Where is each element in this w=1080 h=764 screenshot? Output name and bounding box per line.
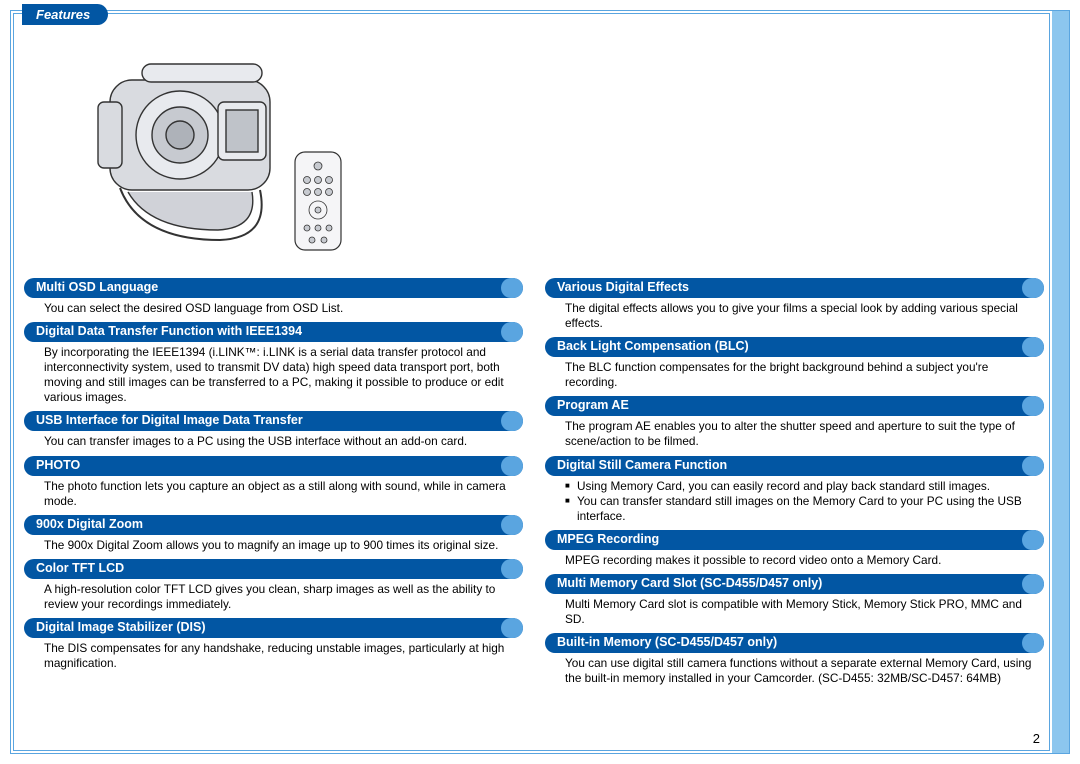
feature-body: The digital effects allows you to give y… <box>545 301 1044 331</box>
feature-title: 900x Digital Zoom <box>36 517 143 531</box>
feature-ieee1394: Digital Data Transfer Function with IEEE… <box>24 322 523 405</box>
list-item: Using Memory Card, you can easily record… <box>565 479 1036 494</box>
feature-title: PHOTO <box>36 458 80 472</box>
feature-program-ae: Program AE The program AE enables you to… <box>545 396 1044 449</box>
feature-title: Digital Image Stabilizer (DIS) <box>36 620 205 634</box>
feature-body: The photo function lets you capture an o… <box>24 479 523 509</box>
feature-mpeg: MPEG Recording MPEG recording makes it p… <box>545 530 1044 568</box>
feature-body: A high-resolution color TFT LCD gives yo… <box>24 582 523 612</box>
feature-title: USB Interface for Digital Image Data Tra… <box>36 413 303 427</box>
feature-title: Digital Data Transfer Function with IEEE… <box>36 324 302 338</box>
features-columns: Multi OSD Language You can select the de… <box>24 278 1044 744</box>
feature-title: Multi OSD Language <box>36 280 158 294</box>
feature-title: Multi Memory Card Slot (SC-D455/D457 onl… <box>557 576 822 590</box>
feature-body: Multi Memory Card slot is compatible wit… <box>545 597 1044 627</box>
feature-dis: Digital Image Stabilizer (DIS) The DIS c… <box>24 618 523 671</box>
feature-title: MPEG Recording <box>557 532 659 546</box>
feature-effects: Various Digital Effects The digital effe… <box>545 278 1044 331</box>
feature-body: The DIS compensates for any handshake, r… <box>24 641 523 671</box>
feature-title: Program AE <box>557 398 629 412</box>
section-tab: Features <box>22 4 108 25</box>
feature-photo: PHOTO The photo function lets you captur… <box>24 456 523 509</box>
feature-still-camera: Digital Still Camera Function Using Memo… <box>545 456 1044 524</box>
feature-body: The BLC function compensates for the bri… <box>545 360 1044 390</box>
feature-title: Back Light Compensation (BLC) <box>557 339 749 353</box>
page-number: 2 <box>1033 731 1040 746</box>
feature-body: Using Memory Card, you can easily record… <box>545 479 1044 524</box>
feature-blc: Back Light Compensation (BLC) The BLC fu… <box>545 337 1044 390</box>
feature-title: Built-in Memory (SC-D455/D457 only) <box>557 635 777 649</box>
right-column: Various Digital Effects The digital effe… <box>545 278 1044 744</box>
feature-title: Color TFT LCD <box>36 561 124 575</box>
feature-tft: Color TFT LCD A high-resolution color TF… <box>24 559 523 612</box>
list-item: You can transfer standard still images o… <box>565 494 1036 524</box>
left-column: Multi OSD Language You can select the de… <box>24 278 523 744</box>
feature-body: By incorporating the IEEE1394 (i.LINK™: … <box>24 345 523 405</box>
feature-body: MPEG recording makes it possible to reco… <box>545 553 1044 568</box>
feature-body: The program AE enables you to alter the … <box>545 419 1044 449</box>
feature-title: Digital Still Camera Function <box>557 458 727 472</box>
feature-body: You can select the desired OSD language … <box>24 301 523 316</box>
feature-body: The 900x Digital Zoom allows you to magn… <box>24 538 523 553</box>
camcorder-illustration <box>70 40 350 270</box>
feature-body: You can use digital still camera functio… <box>545 656 1044 686</box>
feature-zoom: 900x Digital Zoom The 900x Digital Zoom … <box>24 515 523 553</box>
feature-usb: USB Interface for Digital Image Data Tra… <box>24 411 523 449</box>
feature-body: You can transfer images to a PC using th… <box>24 434 523 449</box>
feature-multi-osd: Multi OSD Language You can select the de… <box>24 278 523 316</box>
feature-multi-card: Multi Memory Card Slot (SC-D455/D457 onl… <box>545 574 1044 627</box>
feature-title: Various Digital Effects <box>557 280 689 294</box>
feature-builtin-memory: Built-in Memory (SC-D455/D457 only) You … <box>545 633 1044 686</box>
